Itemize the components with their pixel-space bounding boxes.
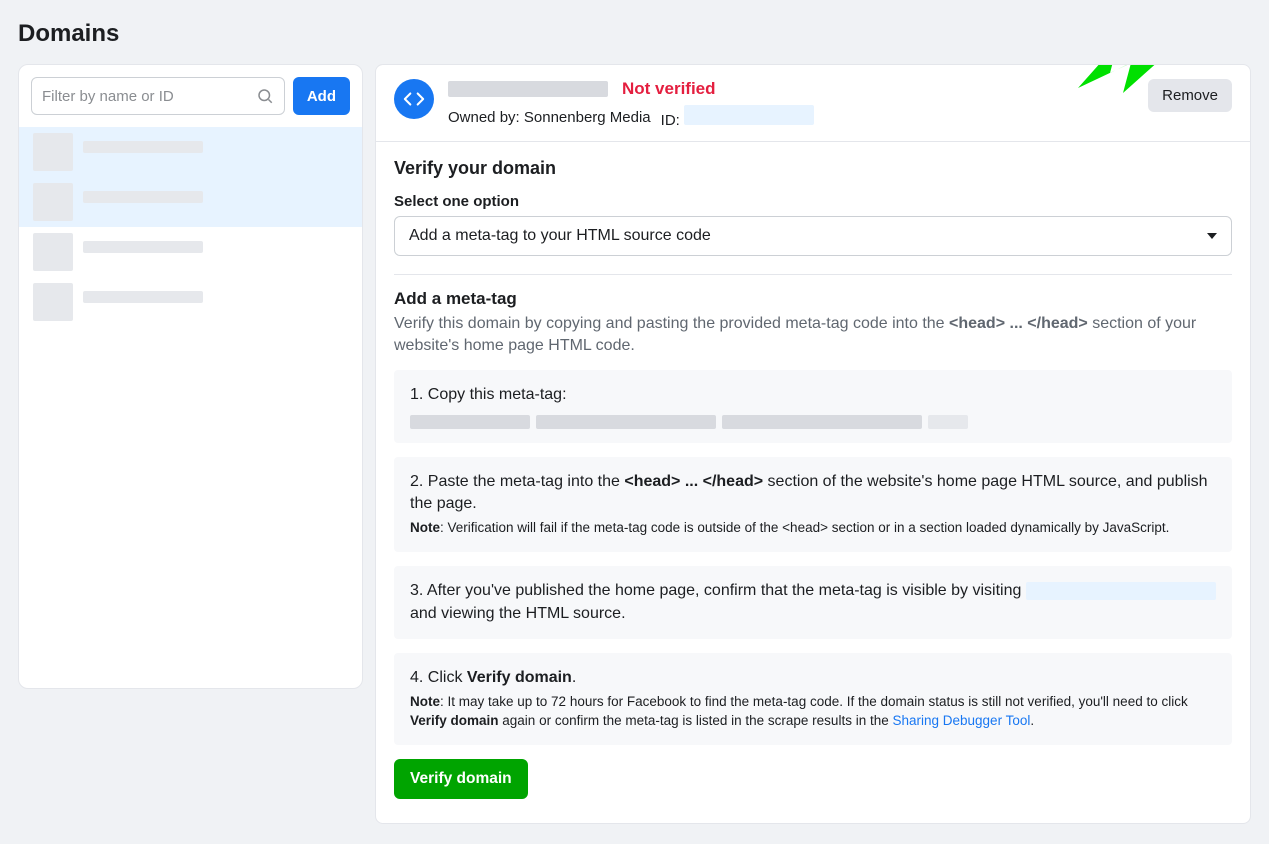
domain-list-item[interactable] [19,277,362,327]
domain-name-placeholder [83,291,203,303]
filter-input[interactable] [32,80,256,113]
domain-list [19,127,362,327]
domain-thumb-placeholder [33,133,73,171]
step-2-text: 2. Paste the meta-tag into the <head> ..… [410,471,1216,516]
meta-tag-section-desc: Verify this domain by copying and pastin… [394,313,1232,356]
domain-header: Not verified Owned by: Sonnenberg Media … [376,65,1250,142]
page-title: Domains [18,20,1251,48]
domain-name-placeholder [83,241,203,253]
main-panel: Not verified Owned by: Sonnenberg Media … [375,64,1251,824]
divider [394,274,1232,275]
meta-tag-code-redacted [410,415,1216,429]
sharing-debugger-link[interactable]: Sharing Debugger Tool [892,713,1030,728]
verify-domain-button[interactable]: Verify domain [394,759,528,799]
step-2-note: Note: Verification will fail if the meta… [410,519,1216,538]
code-icon [394,79,434,119]
select-option-label: Select one option [394,193,1232,210]
domain-id-redacted [684,105,814,125]
verification-method-select[interactable]: Add a meta-tag to your HTML source code [394,216,1232,256]
step-4: 4. Click Verify domain. Note: It may tak… [394,653,1232,745]
domain-name-placeholder [83,141,203,153]
domain-thumb-placeholder [33,283,73,321]
domain-list-item[interactable] [19,127,362,177]
selected-option-text: Add a meta-tag to your HTML source code [409,227,711,245]
step-1-text: 1. Copy this meta-tag: [410,384,1216,406]
step-2: 2. Paste the meta-tag into the <head> ..… [394,457,1232,553]
step-4-text: 4. Click Verify domain. [410,667,1216,689]
verify-heading: Verify your domain [394,158,1232,179]
domain-name-placeholder [83,191,203,203]
meta-tag-section-title: Add a meta-tag [394,289,1232,309]
add-domain-button[interactable]: Add [293,77,350,115]
search-icon [256,87,274,105]
domain-thumb-placeholder [33,233,73,271]
verification-status: Not verified [622,79,716,99]
step-3: 3. After you've published the home page,… [394,566,1232,639]
domains-sidebar: Add [18,64,363,689]
domain-list-item[interactable] [19,177,362,227]
domain-list-item[interactable] [19,227,362,277]
step-4-note: Note: It may take up to 72 hours for Fac… [410,693,1216,731]
owned-by: Owned by: Sonnenberg Media [448,109,651,126]
chevron-down-icon [1207,233,1217,239]
domain-thumb-placeholder [33,183,73,221]
domain-name-redacted [448,81,608,97]
step-1: 1. Copy this meta-tag: [394,370,1232,442]
remove-button[interactable]: Remove [1148,79,1232,112]
filter-box[interactable] [31,77,285,115]
domain-id: ID: [661,105,814,129]
verify-url-redacted [1026,582,1216,600]
